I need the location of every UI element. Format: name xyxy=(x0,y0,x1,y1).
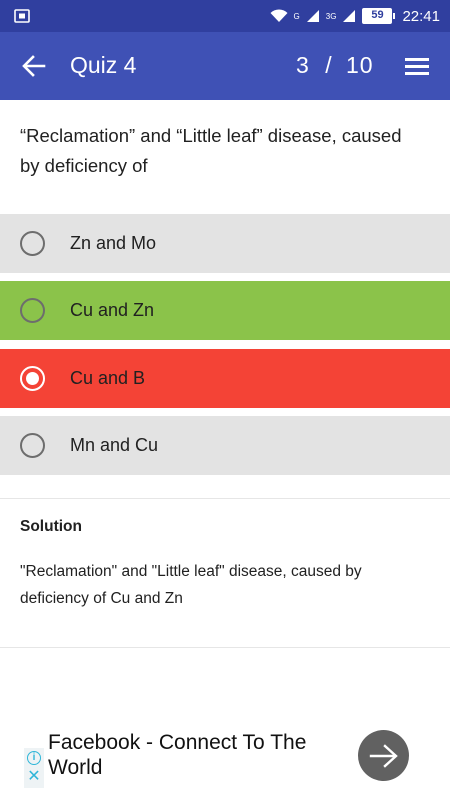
divider xyxy=(0,647,450,648)
status-clock: 22:41 xyxy=(402,7,440,25)
status-bar: G 3G 59 22:41 xyxy=(0,0,450,32)
ad-badges: i ✕ xyxy=(24,748,44,788)
answer-option-label: Zn and Mo xyxy=(70,233,157,253)
current-question-number: 3 xyxy=(296,52,310,78)
radio-button-checked[interactable] xyxy=(20,366,45,391)
app-bar: Quiz 4 3 / 10 xyxy=(0,32,450,100)
solution-heading: Solution xyxy=(20,518,82,535)
answer-option-correct[interactable]: Cu and Zn xyxy=(0,281,450,340)
progress-separator: / xyxy=(325,52,333,78)
battery-indicator: 59 xyxy=(362,8,396,24)
answer-option[interactable]: Mn and Cu xyxy=(0,416,450,475)
solution-text: "Reclamation" and "Little leaf" disease,… xyxy=(20,563,362,607)
wifi-icon xyxy=(270,9,288,22)
ad-title[interactable]: Facebook - Connect To The World xyxy=(48,730,348,780)
back-button[interactable] xyxy=(16,50,52,82)
quiz-title: Quiz 4 xyxy=(70,52,137,78)
signal-type-label: G xyxy=(293,11,300,21)
divider xyxy=(0,498,450,499)
ad-info-icon[interactable]: i xyxy=(27,751,41,765)
answer-option-selected-wrong[interactable]: Cu and B xyxy=(0,349,450,408)
signal-type-label-2: 3G xyxy=(325,11,337,21)
answer-option-label: Cu and B xyxy=(70,368,146,388)
arrow-forward-icon xyxy=(369,743,398,768)
screenshot-icon xyxy=(14,9,30,23)
answer-option-label: Mn and Cu xyxy=(70,435,159,455)
radio-button[interactable] xyxy=(20,231,45,256)
radio-button[interactable] xyxy=(20,298,45,323)
radio-button[interactable] xyxy=(20,433,45,458)
hamburger-menu-icon xyxy=(405,58,429,75)
question-progress: 3 / 10 xyxy=(296,52,374,79)
answer-option-label: Cu and Zn xyxy=(70,300,155,320)
ad-close-icon[interactable]: ✕ xyxy=(26,769,42,785)
total-questions: 10 xyxy=(345,52,374,78)
ad-open-button[interactable] xyxy=(358,730,409,781)
signal-icon xyxy=(306,10,319,22)
question-text: “Reclamation” and “Little leaf” disease,… xyxy=(20,125,402,176)
ad-banner[interactable]: i ✕ Facebook - Connect To The World xyxy=(0,726,450,800)
signal-icon-2 xyxy=(343,10,356,22)
answer-option[interactable]: Zn and Mo xyxy=(0,214,450,273)
battery-level: 59 xyxy=(371,9,384,21)
arrow-back-icon xyxy=(22,55,46,77)
menu-button[interactable] xyxy=(402,52,432,80)
